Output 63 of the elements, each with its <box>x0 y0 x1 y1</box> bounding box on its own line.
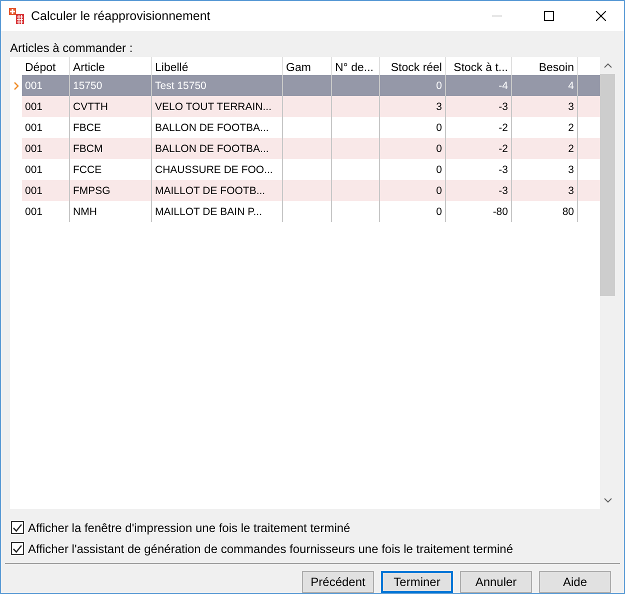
table-cell: -4 <box>498 80 508 92</box>
table-cell: Test 15750 <box>155 80 206 92</box>
table-cell: FBCM <box>73 142 103 154</box>
table-row[interactable]: 001 CVTTH VELO TOUT TERRAIN... 3 -3 3 <box>10 96 600 117</box>
table-row[interactable]: 001 NMH MAILLOT DE BAIN P... 0 -80 80 <box>10 201 600 222</box>
table-cell: 0 <box>436 206 442 218</box>
current-row-icon <box>14 82 18 90</box>
table-cell: 001 <box>25 164 43 176</box>
table-cell: -3 <box>498 164 508 176</box>
scroll-down-icon[interactable] <box>604 498 612 504</box>
table-cell: MAILLOT DE FOOTB... <box>155 184 266 196</box>
table-cell: 001 <box>25 80 43 92</box>
table-cell: 0 <box>436 164 442 176</box>
window-title: Calculer le réapprovisionnement <box>31 9 212 23</box>
dialog-button[interactable]: Terminer <box>381 571 453 593</box>
dialog-button[interactable]: Précédent <box>302 571 374 593</box>
checkbox-label[interactable]: Afficher la fenêtre d'impression une fois le traitement terminé <box>28 520 350 535</box>
table-cell: -2 <box>498 122 508 134</box>
close-icon[interactable] <box>596 11 606 21</box>
table-cell: 80 <box>562 206 574 218</box>
table-cell: 0 <box>436 122 442 134</box>
app-icon <box>9 8 25 24</box>
table-row[interactable]: 001 FMPSG MAILLOT DE FOOTB... 0 -3 3 <box>10 180 600 201</box>
scroll-up-icon[interactable] <box>604 63 612 68</box>
table-cell: -80 <box>492 206 508 218</box>
table-cell: 15750 <box>73 80 102 92</box>
table-cell: -3 <box>498 100 508 112</box>
table-cell: 3 <box>568 100 574 112</box>
table-cell: VELO TOUT TERRAIN... <box>155 100 272 112</box>
table-cell: -3 <box>498 184 508 196</box>
scrollbar-thumb[interactable] <box>600 74 615 296</box>
dialog-button[interactable]: Aide <box>539 571 611 593</box>
table-cell: 001 <box>25 100 43 112</box>
table-cell: 3 <box>568 184 574 196</box>
checkbox[interactable] <box>11 521 24 534</box>
table-cell: 001 <box>25 206 43 218</box>
table-cell: 4 <box>568 80 574 92</box>
table-cell: 0 <box>436 80 442 92</box>
table-cell: 0 <box>436 184 442 196</box>
table-cell: BALLON DE FOOTBA... <box>155 142 269 154</box>
table-cell: CVTTH <box>73 100 108 112</box>
table-cell: 3 <box>568 164 574 176</box>
table-row[interactable]: 001 FBCM BALLON DE FOOTBA... 0 -2 2 <box>10 138 600 159</box>
dialog-button[interactable]: Annuler <box>460 571 532 593</box>
table-cell: 001 <box>25 122 43 134</box>
table-cell: BALLON DE FOOTBA... <box>155 122 269 134</box>
checkbox[interactable] <box>11 542 24 556</box>
table-cell: FBCE <box>73 122 102 134</box>
checkbox-label[interactable]: Afficher l'assistant de génération de commandes fournisseurs une fois le traitement terminé <box>28 542 513 556</box>
table-cell: 2 <box>568 142 574 154</box>
table-cell: 001 <box>25 142 43 154</box>
table-cell: CHAUSSURE DE FOO... <box>155 164 273 176</box>
table-cell: MAILLOT DE BAIN P... <box>155 206 262 218</box>
table-cell: FCCE <box>73 164 102 176</box>
section-label: Articles à commander : <box>10 41 134 55</box>
maximize-icon[interactable] <box>544 11 554 21</box>
table-cell: 2 <box>568 122 574 134</box>
table-cell: 001 <box>25 184 43 196</box>
table-cell: NMH <box>73 206 97 218</box>
table-cell: 0 <box>436 142 442 154</box>
table-cell: 3 <box>436 100 442 112</box>
table-cell: -2 <box>498 142 508 154</box>
table-cell: FMPSG <box>73 184 110 196</box>
